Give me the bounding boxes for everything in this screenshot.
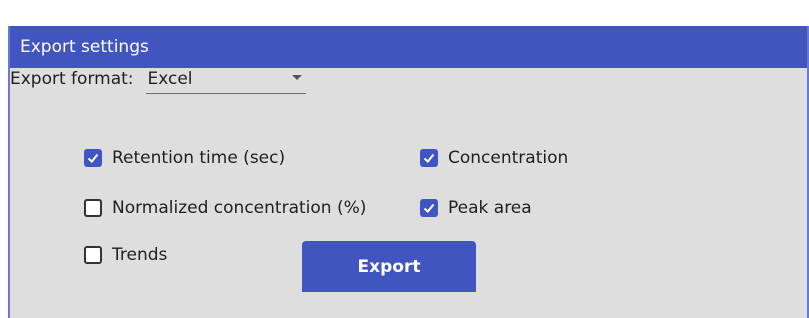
checkbox-checked-icon[interactable] bbox=[84, 149, 102, 167]
panel-title: Export settings bbox=[10, 26, 807, 68]
option-label: Normalized concentration (%) bbox=[112, 198, 367, 218]
export-format-label: Export format: bbox=[10, 69, 134, 89]
export-button[interactable]: Export bbox=[302, 241, 476, 292]
checkbox-checked-icon[interactable] bbox=[420, 199, 438, 217]
option-concentration[interactable]: Concentration bbox=[420, 148, 568, 168]
checkbox-checked-icon[interactable] bbox=[420, 149, 438, 167]
option-label: Trends bbox=[112, 245, 168, 265]
option-label: Concentration bbox=[448, 148, 569, 168]
chevron-down-icon bbox=[291, 75, 302, 80]
option-label: Retention time (sec) bbox=[112, 148, 286, 168]
option-peak-area[interactable]: Peak area bbox=[420, 198, 532, 218]
checkbox-unchecked-icon[interactable] bbox=[84, 246, 102, 264]
option-label: Peak area bbox=[448, 198, 532, 218]
option-trends[interactable]: Trends bbox=[84, 245, 167, 265]
checkbox-unchecked-icon[interactable] bbox=[84, 199, 102, 217]
export-format-dropdown[interactable]: Excel bbox=[145, 64, 306, 94]
export-format-row: Export format: Excel bbox=[10, 64, 306, 94]
export-format-value: Excel bbox=[147, 68, 193, 89]
option-normalized-concentration[interactable]: Normalized concentration (%) bbox=[84, 198, 366, 218]
option-retention-time[interactable]: Retention time (sec) bbox=[84, 148, 285, 168]
